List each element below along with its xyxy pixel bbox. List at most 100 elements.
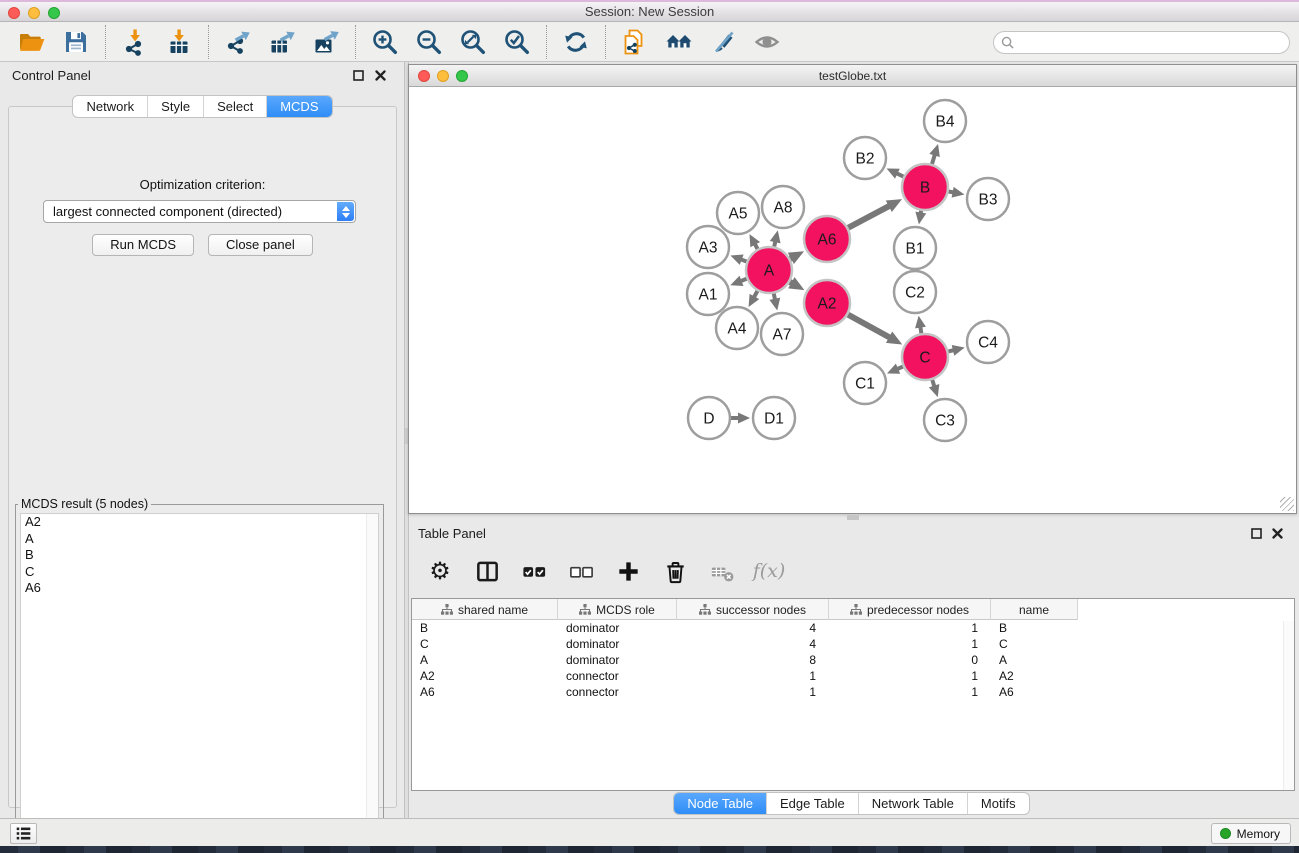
resize-grip-icon[interactable]: [1280, 497, 1294, 511]
table-cell-filler: [1078, 620, 1294, 636]
export-network-icon[interactable]: [223, 27, 253, 57]
graph-node-A1[interactable]: A1: [687, 273, 729, 315]
optimization-criterion-label: Optimization criterion:: [9, 177, 396, 192]
import-table-icon[interactable]: [164, 27, 194, 57]
select-all-icon[interactable]: [519, 556, 549, 586]
search-input[interactable]: [1019, 36, 1289, 50]
zoom-in-icon[interactable]: [370, 27, 400, 57]
delete-table-icon[interactable]: [707, 556, 737, 586]
graph-node-C3[interactable]: C3: [924, 399, 966, 441]
refresh-icon[interactable]: [561, 27, 591, 57]
network-canvas[interactable]: B4 B2 B B3 A8A5 A6 A3 B1 A C2 A1 A2 A4 A7 C4 C C1 C3 D D1: [409, 87, 1296, 513]
open-file-icon[interactable]: [17, 27, 47, 57]
columns-icon[interactable]: [472, 556, 502, 586]
table-cell: 1: [829, 684, 991, 700]
result-scrollbar[interactable]: [366, 514, 378, 838]
mcds-result-list[interactable]: A2ABCA6: [20, 513, 379, 839]
zoom-out-icon[interactable]: [414, 27, 444, 57]
graph-node-A5[interactable]: A5: [717, 192, 759, 234]
table-row[interactable]: Cdominator41C: [412, 636, 1294, 652]
graph-node-B1[interactable]: B1: [894, 227, 936, 269]
result-item[interactable]: C: [21, 564, 378, 581]
hide-annotations-icon[interactable]: [708, 27, 738, 57]
export-table-icon[interactable]: [267, 27, 297, 57]
dropdown-stepper-icon: [337, 202, 354, 221]
column-header-shared-name[interactable]: shared name: [412, 599, 558, 620]
close-panel-icon[interactable]: [374, 69, 387, 82]
table-row[interactable]: A2connector11A2: [412, 668, 1294, 684]
tab-motifs[interactable]: Motifs: [967, 793, 1029, 814]
table-row[interactable]: A6connector11A6: [412, 684, 1294, 700]
task-history-button[interactable]: [10, 823, 37, 844]
table-row[interactable]: Adominator80A: [412, 652, 1294, 668]
svg-text:B: B: [920, 179, 930, 196]
graph-node-A3[interactable]: A3: [687, 226, 729, 268]
graph-edge-A2-C[interactable]: [848, 315, 891, 339]
graph-node-B2[interactable]: B2: [844, 137, 886, 179]
graph-node-D1[interactable]: D1: [753, 397, 795, 439]
column-header-MCDS-role[interactable]: MCDS role: [558, 599, 677, 620]
status-bar: Memory: [0, 818, 1299, 846]
export-image-icon[interactable]: [311, 27, 341, 57]
svg-text:A7: A7: [773, 326, 792, 343]
graph-node-B3[interactable]: B3: [967, 178, 1009, 220]
search-box[interactable]: [993, 31, 1290, 54]
network-file-icon[interactable]: [620, 27, 650, 57]
save-session-icon[interactable]: [61, 27, 91, 57]
network-window-titlebar[interactable]: testGlobe.txt: [409, 65, 1296, 87]
column-header-successor-nodes[interactable]: successor nodes: [677, 599, 829, 620]
result-item[interactable]: A6: [21, 580, 378, 597]
zoom-fit-icon[interactable]: [458, 27, 488, 57]
float-panel-icon[interactable]: [352, 69, 365, 82]
trash-icon[interactable]: [660, 556, 690, 586]
graph-node-A2[interactable]: A2: [804, 280, 850, 326]
graph-node-D[interactable]: D: [688, 397, 730, 439]
column-header-predecessor-nodes[interactable]: predecessor nodes: [829, 599, 991, 620]
add-icon[interactable]: [613, 556, 643, 586]
table-cell: A6: [991, 684, 1078, 700]
import-network-icon[interactable]: [120, 27, 150, 57]
graph-node-A6[interactable]: A6: [804, 216, 850, 262]
tab-select[interactable]: Select: [203, 96, 266, 117]
criterion-dropdown[interactable]: largest connected component (directed): [43, 200, 356, 223]
zoom-selected-icon[interactable]: [502, 27, 532, 57]
graph-node-B[interactable]: B: [902, 164, 948, 210]
result-item[interactable]: A2: [21, 514, 378, 531]
table-row[interactable]: Bdominator41B: [412, 620, 1294, 636]
graph-node-A4[interactable]: A4: [716, 307, 758, 349]
graph-edge-A6-B[interactable]: [848, 205, 890, 227]
gear-icon[interactable]: ⚙: [425, 556, 455, 586]
svg-text:C1: C1: [855, 375, 875, 392]
run-mcds-button[interactable]: Run MCDS: [92, 234, 194, 256]
deselect-all-icon[interactable]: [566, 556, 596, 586]
hierarchy-icon: [579, 604, 591, 615]
eye-icon[interactable]: [752, 27, 782, 57]
tab-node-table[interactable]: Node Table: [674, 793, 766, 814]
table-cell: B: [991, 620, 1078, 636]
graph-node-A[interactable]: A: [746, 247, 792, 293]
graph-node-A7[interactable]: A7: [761, 313, 803, 355]
close-panel-button[interactable]: Close panel: [208, 234, 313, 256]
tab-network-table[interactable]: Network Table: [858, 793, 967, 814]
result-item[interactable]: B: [21, 547, 378, 564]
float-panel-icon[interactable]: [1250, 527, 1263, 540]
graph-node-C1[interactable]: C1: [844, 362, 886, 404]
memory-button[interactable]: Memory: [1211, 823, 1291, 844]
close-panel-icon[interactable]: [1271, 527, 1284, 540]
tab-network[interactable]: Network: [73, 96, 147, 117]
table-scrollbar[interactable]: [1283, 621, 1294, 790]
graph-node-C4[interactable]: C4: [967, 321, 1009, 363]
table-panel-title: Table Panel: [418, 526, 486, 541]
tab-style[interactable]: Style: [147, 96, 203, 117]
tab-edge-table[interactable]: Edge Table: [766, 793, 858, 814]
function-icon[interactable]: f(x): [754, 556, 784, 586]
table-cell: 8: [677, 652, 829, 668]
graph-node-C2[interactable]: C2: [894, 271, 936, 313]
graph-node-B4[interactable]: B4: [924, 100, 966, 142]
graph-node-C[interactable]: C: [902, 334, 948, 380]
tab-mcds[interactable]: MCDS: [266, 96, 331, 117]
graph-node-A8[interactable]: A8: [762, 186, 804, 228]
column-header-name[interactable]: name: [991, 599, 1078, 620]
home-icon[interactable]: [664, 27, 694, 57]
result-item[interactable]: A: [21, 531, 378, 548]
